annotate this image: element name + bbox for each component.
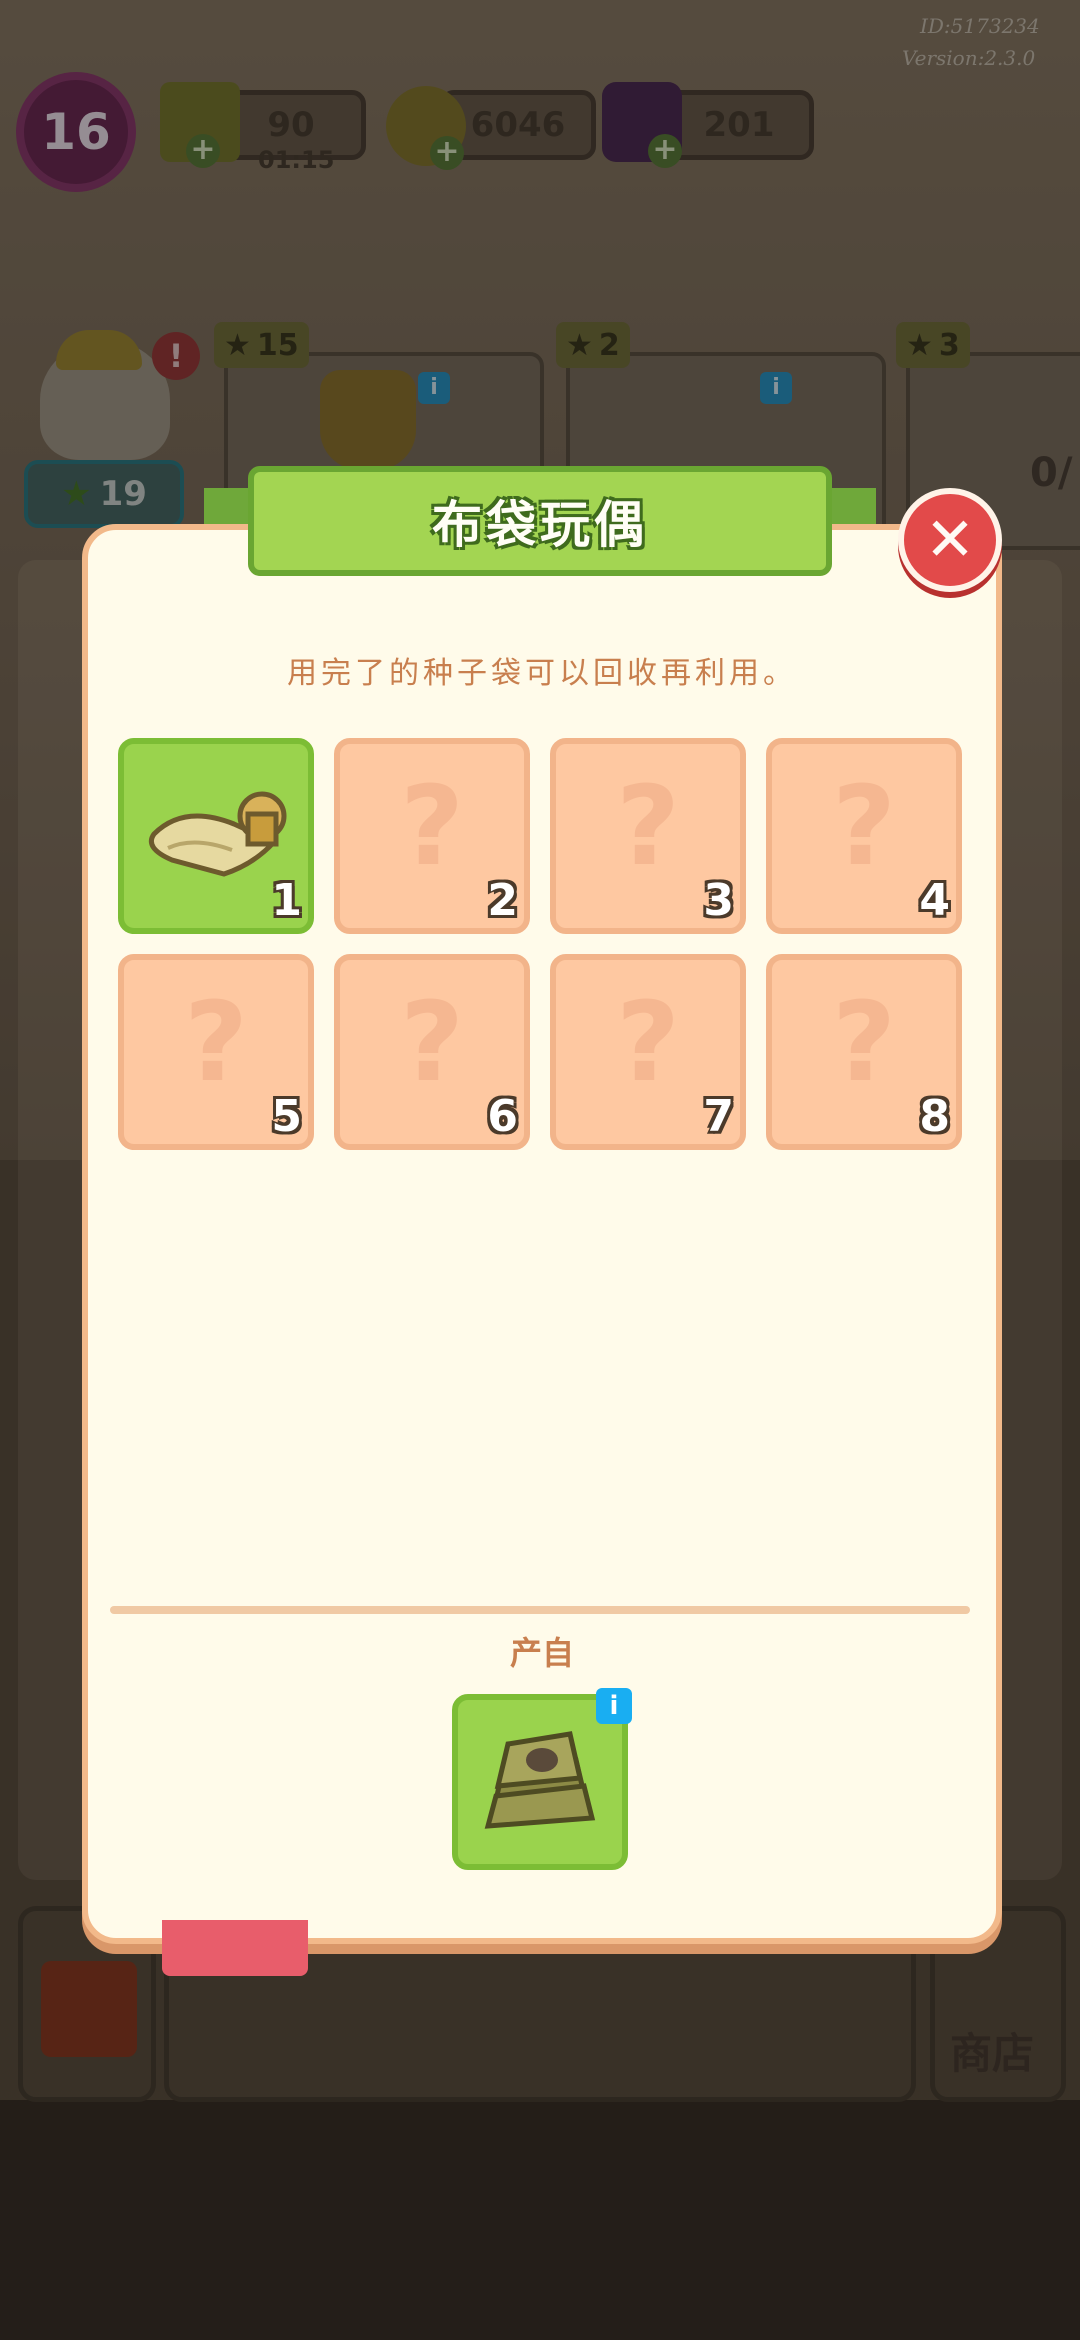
slot-number: 3: [703, 875, 734, 926]
question-mark-icon: ?: [184, 978, 248, 1106]
slot-number: 4: [919, 875, 950, 926]
slot-number: 8: [919, 1091, 950, 1142]
seed-bag-stack-icon: [484, 1731, 596, 1829]
slot-number: 1: [271, 875, 302, 926]
info-icon[interactable]: i: [596, 1688, 632, 1724]
collection-slot-5[interactable]: ? 5: [118, 954, 314, 1150]
question-mark-icon: ?: [400, 978, 464, 1106]
slot-number: 5: [271, 1091, 302, 1142]
game-scene: ID:5173234 Version:2.3.0 16 90 01:15 + 6…: [0, 0, 1080, 2340]
close-icon: ✕: [924, 505, 976, 575]
slot-number: 6: [487, 1091, 518, 1142]
slot-number: 7: [703, 1091, 734, 1142]
collection-slot-6[interactable]: ? 6: [334, 954, 530, 1150]
collection-slot-7[interactable]: ? 7: [550, 954, 746, 1150]
produced-from-label: 产自: [509, 1634, 574, 1672]
collection-slot-8[interactable]: ? 8: [766, 954, 962, 1150]
question-mark-icon: ?: [832, 762, 896, 890]
question-mark-icon: ?: [400, 762, 464, 890]
bookmark-ribbon: [162, 1920, 308, 1976]
section-divider: [110, 1606, 970, 1614]
modal-description: 用完了的种子袋可以回收再利用。: [287, 656, 797, 691]
question-mark-icon: ?: [616, 762, 680, 890]
modal-title: 布袋玩偶: [248, 466, 832, 576]
collection-slot-3[interactable]: ? 3: [550, 738, 746, 934]
collection-slot-2[interactable]: ? 2: [334, 738, 530, 934]
collection-slot-4[interactable]: ? 4: [766, 738, 962, 934]
close-button[interactable]: ✕: [898, 488, 1002, 592]
question-mark-icon: ?: [832, 978, 896, 1106]
question-mark-icon: ?: [616, 978, 680, 1106]
collection-slot-1[interactable]: 1: [118, 738, 314, 934]
slot-number: 2: [487, 875, 518, 926]
